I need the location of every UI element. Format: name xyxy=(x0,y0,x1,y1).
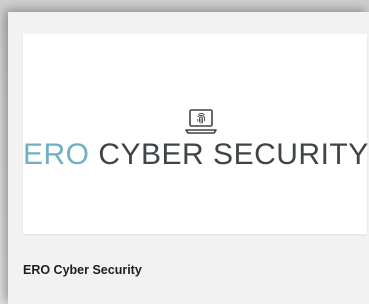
background-frame: ERO CYBER SECURITY ERO Cyber Security xyxy=(0,0,369,304)
logo-image[interactable]: ERO CYBER SECURITY xyxy=(23,34,369,234)
logo-main-text: CYBER SECURITY xyxy=(98,138,369,171)
card-panel[interactable]: ERO CYBER SECURITY ERO Cyber Security xyxy=(8,12,369,304)
logo-accent-text: ERO xyxy=(23,138,90,171)
logo-wordmark: ERO CYBER SECURITY xyxy=(23,138,369,172)
card-title[interactable]: ERO Cyber Security xyxy=(23,263,142,277)
laptop-fingerprint-icon xyxy=(185,109,217,134)
